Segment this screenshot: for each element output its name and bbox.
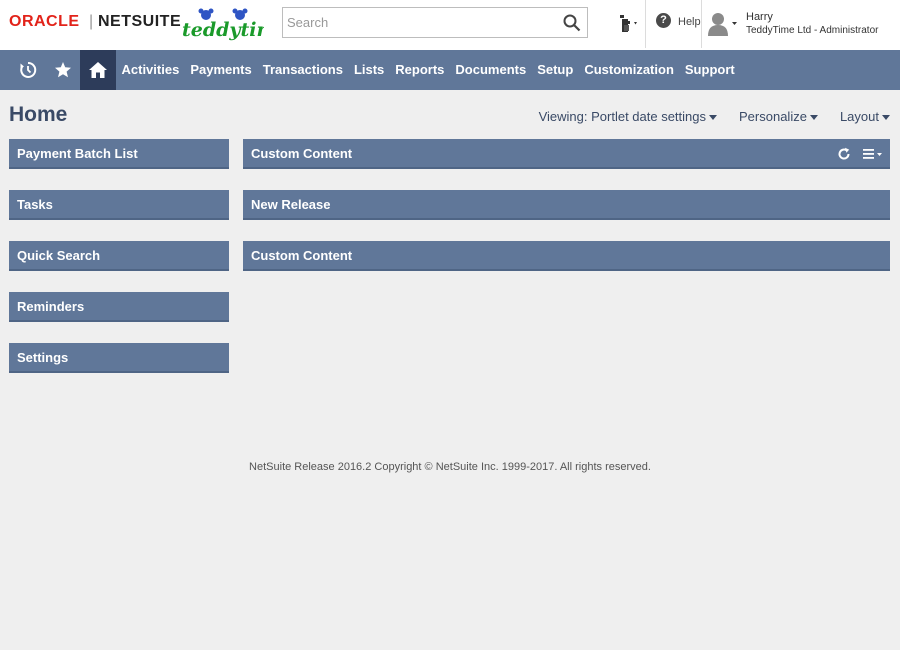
- user-role[interactable]: TeddyTime Ltd - Administrator: [746, 25, 878, 36]
- portlet-title: Custom Content: [251, 248, 353, 263]
- chevron-down-icon: [809, 115, 818, 121]
- header-divider: [701, 0, 702, 48]
- viewing-dropdown[interactable]: Viewing: Portlet date settings: [538, 109, 718, 124]
- oracle-logo[interactable]: ORACLE: [9, 13, 80, 31]
- portlet-new-release[interactable]: New Release: [243, 190, 890, 220]
- portlet-custom-content-2[interactable]: Custom Content: [243, 241, 890, 271]
- home-button[interactable]: [80, 50, 116, 90]
- portlet-title: Tasks: [17, 197, 53, 212]
- portlet-title: Custom Content: [251, 146, 353, 161]
- layout-label: Layout: [839, 109, 879, 124]
- history-icon: [20, 61, 37, 78]
- nav-reports[interactable]: Reports: [390, 50, 450, 90]
- header-divider: [645, 0, 646, 48]
- shortcuts-button[interactable]: [45, 50, 81, 90]
- brand-separator: |: [89, 13, 94, 30]
- portlet-tasks[interactable]: Tasks: [9, 190, 229, 220]
- nav-activities[interactable]: Activities: [116, 50, 185, 90]
- search-icon[interactable]: [563, 14, 581, 32]
- refresh-icon[interactable]: [836, 146, 852, 162]
- global-search[interactable]: [282, 7, 588, 38]
- footer-copyright: NetSuite Release 2016.2 Copyright © NetS…: [249, 461, 651, 473]
- page-actions: Viewing: Portlet date settings Personali…: [539, 109, 890, 124]
- help-icon[interactable]: ?: [656, 13, 671, 28]
- portlet-title: Quick Search: [17, 248, 101, 263]
- viewing-label: Viewing: Portlet date settings: [538, 109, 707, 124]
- recent-records-icon[interactable]: [617, 12, 641, 34]
- user-avatar-icon[interactable]: [707, 11, 737, 37]
- nav-lists[interactable]: Lists: [348, 50, 389, 90]
- nav-customization[interactable]: Customization: [579, 50, 680, 90]
- nav-payments[interactable]: Payments: [185, 50, 257, 90]
- portlet-title: Payment Batch List: [17, 146, 138, 161]
- chevron-down-icon: [882, 115, 890, 121]
- portlet-tools: [836, 139, 884, 169]
- recent-records-button[interactable]: [10, 50, 46, 90]
- portlet-reminders[interactable]: Reminders: [9, 292, 229, 322]
- personalize-dropdown[interactable]: Personalize: [739, 109, 818, 124]
- help-link[interactable]: Help: [678, 16, 701, 28]
- top-header: ORACLE | NETSUITE teddytime ? Help Harry…: [0, 0, 900, 50]
- netsuite-logo[interactable]: NETSUITE: [98, 13, 181, 31]
- company-logo: teddytime: [182, 8, 264, 41]
- menu-icon[interactable]: [862, 146, 884, 162]
- portlet-quick-search[interactable]: Quick Search: [9, 241, 229, 271]
- page-title: Home: [9, 103, 68, 126]
- search-input[interactable]: [283, 8, 553, 37]
- portlet-title: Reminders: [17, 299, 85, 314]
- personalize-label: Personalize: [739, 109, 807, 124]
- layout-dropdown[interactable]: Layout: [840, 109, 890, 124]
- main-nav: Activities Payments Transactions Lists R…: [0, 50, 900, 90]
- nav-documents[interactable]: Documents: [450, 50, 532, 90]
- portlet-payment-batch-list[interactable]: Payment Batch List: [9, 139, 229, 169]
- chevron-down-icon: [709, 115, 718, 121]
- portlet-custom-content[interactable]: Custom Content: [243, 139, 890, 169]
- nav-setup[interactable]: Setup: [532, 50, 579, 90]
- portlet-settings[interactable]: Settings: [9, 343, 229, 373]
- user-name[interactable]: Harry: [746, 11, 773, 23]
- nav-transactions[interactable]: Transactions: [257, 50, 348, 90]
- nav-support[interactable]: Support: [679, 50, 740, 90]
- star-icon: [55, 62, 71, 78]
- portlet-title: Settings: [17, 350, 69, 365]
- portlet-title: New Release: [251, 197, 331, 212]
- home-icon: [89, 62, 107, 78]
- company-logo-text: teddytime: [182, 19, 264, 41]
